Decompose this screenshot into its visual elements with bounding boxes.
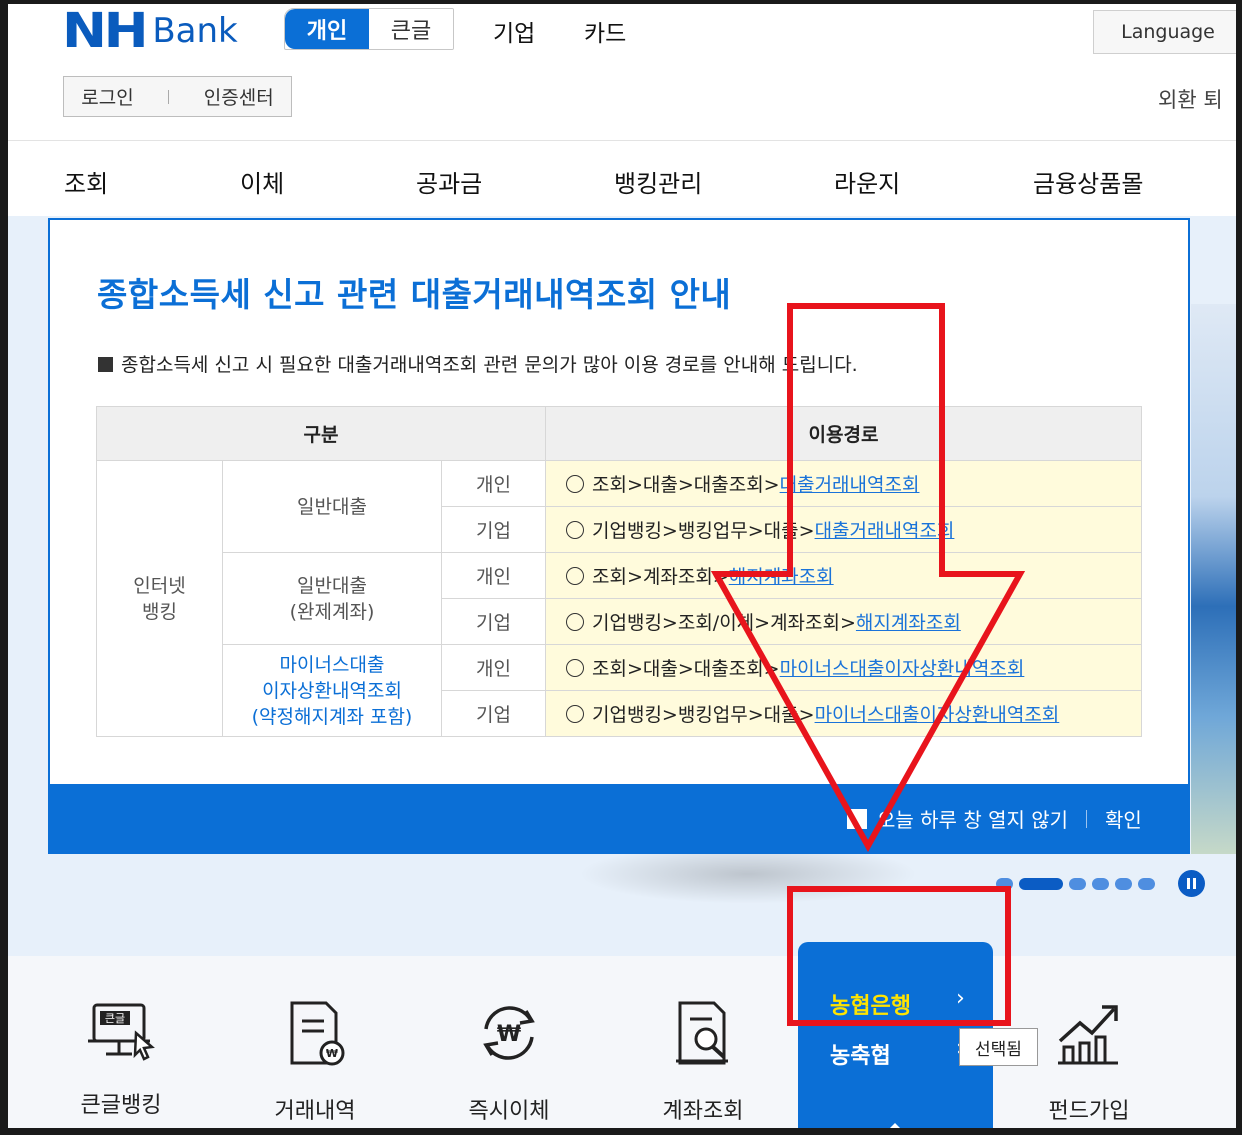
annotation-overlay	[710, 303, 1026, 1026]
highlight-box	[787, 886, 1011, 1026]
down-arrow-icon	[710, 303, 1026, 853]
browser-viewport: NH Bank 개인 큰글 기업 카드 Language 로그인 인증센터 외환…	[8, 4, 1236, 1128]
